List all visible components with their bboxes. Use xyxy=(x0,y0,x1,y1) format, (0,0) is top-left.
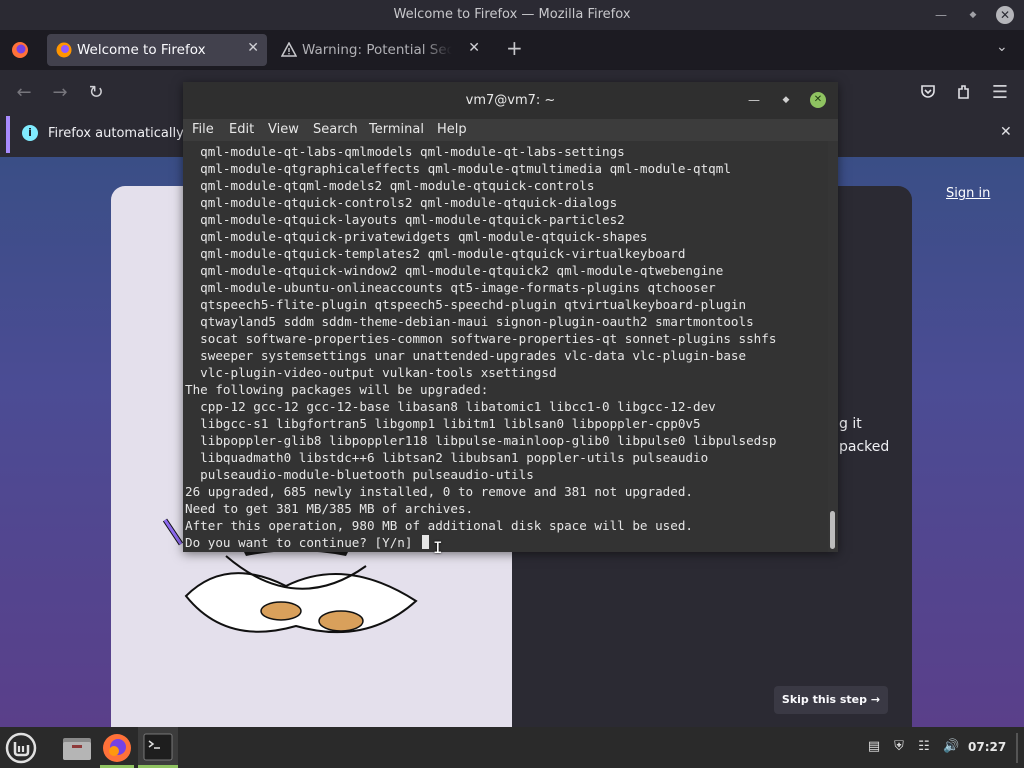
terminal-line: qml-module-qtquick-controls2 qml-module-… xyxy=(185,195,618,210)
terminal-window: vm7@vm7: ~ — ◆ ✕ File Edit View Search T… xyxy=(183,82,838,552)
files-icon[interactable] xyxy=(60,731,94,765)
terminal-prompt: Do you want to continue? [Y/n] xyxy=(185,535,421,550)
menu-file[interactable]: File xyxy=(192,122,214,137)
terminal-lines: qml-module-qt-labs-qmlmodels qml-module-… xyxy=(185,143,776,551)
tab-bar: Welcome to Firefox ✕ Warning: Potential … xyxy=(0,30,1024,70)
terminal-scrollbar[interactable] xyxy=(828,141,838,552)
terminal-line: The following packages will be upgraded: xyxy=(185,382,489,397)
firefox-taskbar-icon[interactable] xyxy=(100,731,134,765)
terminal-line: cpp-12 gcc-12 gcc-12-base libasan8 libat… xyxy=(185,399,716,414)
clock[interactable]: 07:27 xyxy=(968,740,1006,754)
terminal-cursor xyxy=(422,535,430,549)
close-button[interactable]: ✕ xyxy=(996,6,1014,24)
terminal-line: pulseaudio-module-bluetooth pulseaudio-u… xyxy=(185,467,534,482)
menu-view[interactable]: View xyxy=(268,122,299,137)
pocket-icon[interactable] xyxy=(919,83,937,101)
show-desktop-button[interactable] xyxy=(1016,733,1018,763)
notification-text: Firefox automatically se xyxy=(48,126,203,141)
scrollbar-thumb[interactable] xyxy=(830,511,835,549)
terminal-line: 26 upgraded, 685 newly installed, 0 to r… xyxy=(185,484,693,499)
firefox-icon xyxy=(56,42,72,58)
terminal-line: After this operation, 980 MB of addition… xyxy=(185,518,693,533)
terminal-line: Need to get 381 MB/385 MB of archives. xyxy=(185,501,474,516)
new-tab-button[interactable]: + xyxy=(506,36,523,60)
menu-terminal[interactable]: Terminal xyxy=(369,122,424,137)
terminal-line: qml-module-qtqml-models2 qml-module-qtqu… xyxy=(185,178,595,193)
terminal-line: vlc-plugin-video-output vulkan-tools xse… xyxy=(185,365,557,380)
terminal-line: qml-module-qtquick-layouts qml-module-qt… xyxy=(185,212,625,227)
terminal-output[interactable]: qml-module-qt-labs-qmlmodels qml-module-… xyxy=(183,141,828,552)
terminal-prompt-line: Do you want to continue? [Y/n] xyxy=(185,534,776,551)
forward-icon[interactable]: → xyxy=(47,80,73,106)
terminal-line: qml-module-qtquick-window2 qml-module-qt… xyxy=(185,263,724,278)
terminal-menubar: File Edit View Search Terminal Help xyxy=(183,119,838,141)
terminal-line: qtwayland5 sddm sddm-theme-debian-maui s… xyxy=(185,314,754,329)
skip-step-button[interactable]: Skip this step → xyxy=(774,686,888,714)
menu-search[interactable]: Search xyxy=(313,122,358,137)
close-tab-icon[interactable]: ✕ xyxy=(247,40,259,56)
tab-welcome[interactable]: Welcome to Firefox ✕ xyxy=(47,34,267,66)
menu-help[interactable]: Help xyxy=(437,122,467,137)
warning-icon xyxy=(281,42,297,57)
terminal-line: qml-module-qtquick-templates2 qml-module… xyxy=(185,246,686,261)
menu-edit[interactable]: Edit xyxy=(229,122,254,137)
terminal-line: qml-module-ubuntu-onlineaccounts qt5-ima… xyxy=(185,280,716,295)
clipboard-icon[interactable]: ▤ xyxy=(866,739,882,755)
close-tab-icon[interactable]: ✕ xyxy=(468,40,480,56)
mint-menu-icon[interactable] xyxy=(4,731,38,765)
back-icon[interactable]: ← xyxy=(11,80,37,106)
maximize-button[interactable]: ◆ xyxy=(962,4,984,26)
tab-label: Warning: Potential Security Risk Ahead xyxy=(302,42,452,58)
terminal-line: qml-module-qtgraphicaleffects qml-module… xyxy=(185,161,731,176)
network-icon[interactable]: ☷ xyxy=(916,739,932,755)
tab-security-warning[interactable]: Warning: Potential Security Risk Ahead ✕ xyxy=(272,34,488,66)
window-title: Welcome to Firefox — Mozilla Firefox xyxy=(393,7,631,22)
terminal-maximize-button[interactable]: ◆ xyxy=(778,92,794,108)
firefox-titlebar: Welcome to Firefox — Mozilla Firefox — ◆… xyxy=(0,0,1024,30)
terminal-titlebar[interactable]: vm7@vm7: ~ — ◆ ✕ xyxy=(183,82,838,119)
terminal-line: libgcc-s1 libgfortran5 libgomp1 libitm1 … xyxy=(185,416,701,431)
page-text-fragment: packed xyxy=(839,439,890,455)
volume-icon[interactable]: 🔊 xyxy=(943,739,959,755)
minimize-button[interactable]: — xyxy=(930,4,952,26)
info-icon: i xyxy=(22,125,38,141)
terminal-taskbar-item[interactable] xyxy=(138,727,178,768)
firefox-view-icon[interactable] xyxy=(11,41,29,59)
terminal-close-button[interactable]: ✕ xyxy=(810,92,826,108)
reload-icon[interactable]: ↻ xyxy=(83,80,109,106)
tab-label: Welcome to Firefox xyxy=(77,42,206,58)
terminal-line: libquadmath0 libstdc++6 libtsan2 libubsa… xyxy=(185,450,709,465)
terminal-line: qml-module-qtquick-privatewidgets qml-mo… xyxy=(185,229,648,244)
pencil-icon xyxy=(162,518,184,546)
taskbar: ▤ ⛨ ☷ 🔊 07:27 xyxy=(0,727,1024,768)
terminal-line: qtspeech5-flite-plugin qtspeech5-speechd… xyxy=(185,297,747,312)
terminal-title: vm7@vm7: ~ xyxy=(465,93,556,108)
update-shield-icon[interactable]: ⛨ xyxy=(891,739,907,755)
terminal-line: qml-module-qt-labs-qmlmodels qml-module-… xyxy=(185,144,625,159)
terminal-taskbar-icon xyxy=(143,733,173,761)
terminal-line: sweeper systemsettings unar unattended-u… xyxy=(185,348,747,363)
terminal-line: libpoppler-glib8 libpoppler118 libpulse-… xyxy=(185,433,777,448)
close-notification-icon[interactable]: ✕ xyxy=(1000,124,1012,140)
page-text-fragment: g it xyxy=(839,416,862,432)
text-cursor-icon: I xyxy=(433,538,443,557)
sign-in-link[interactable]: Sign in xyxy=(946,186,990,201)
menu-icon[interactable]: ☰ xyxy=(987,80,1013,106)
extensions-icon[interactable] xyxy=(955,83,973,101)
terminal-line: socat software-properties-common softwar… xyxy=(185,331,777,346)
terminal-minimize-button[interactable]: — xyxy=(746,92,762,108)
list-all-tabs-icon[interactable]: ⌄ xyxy=(996,39,1008,55)
